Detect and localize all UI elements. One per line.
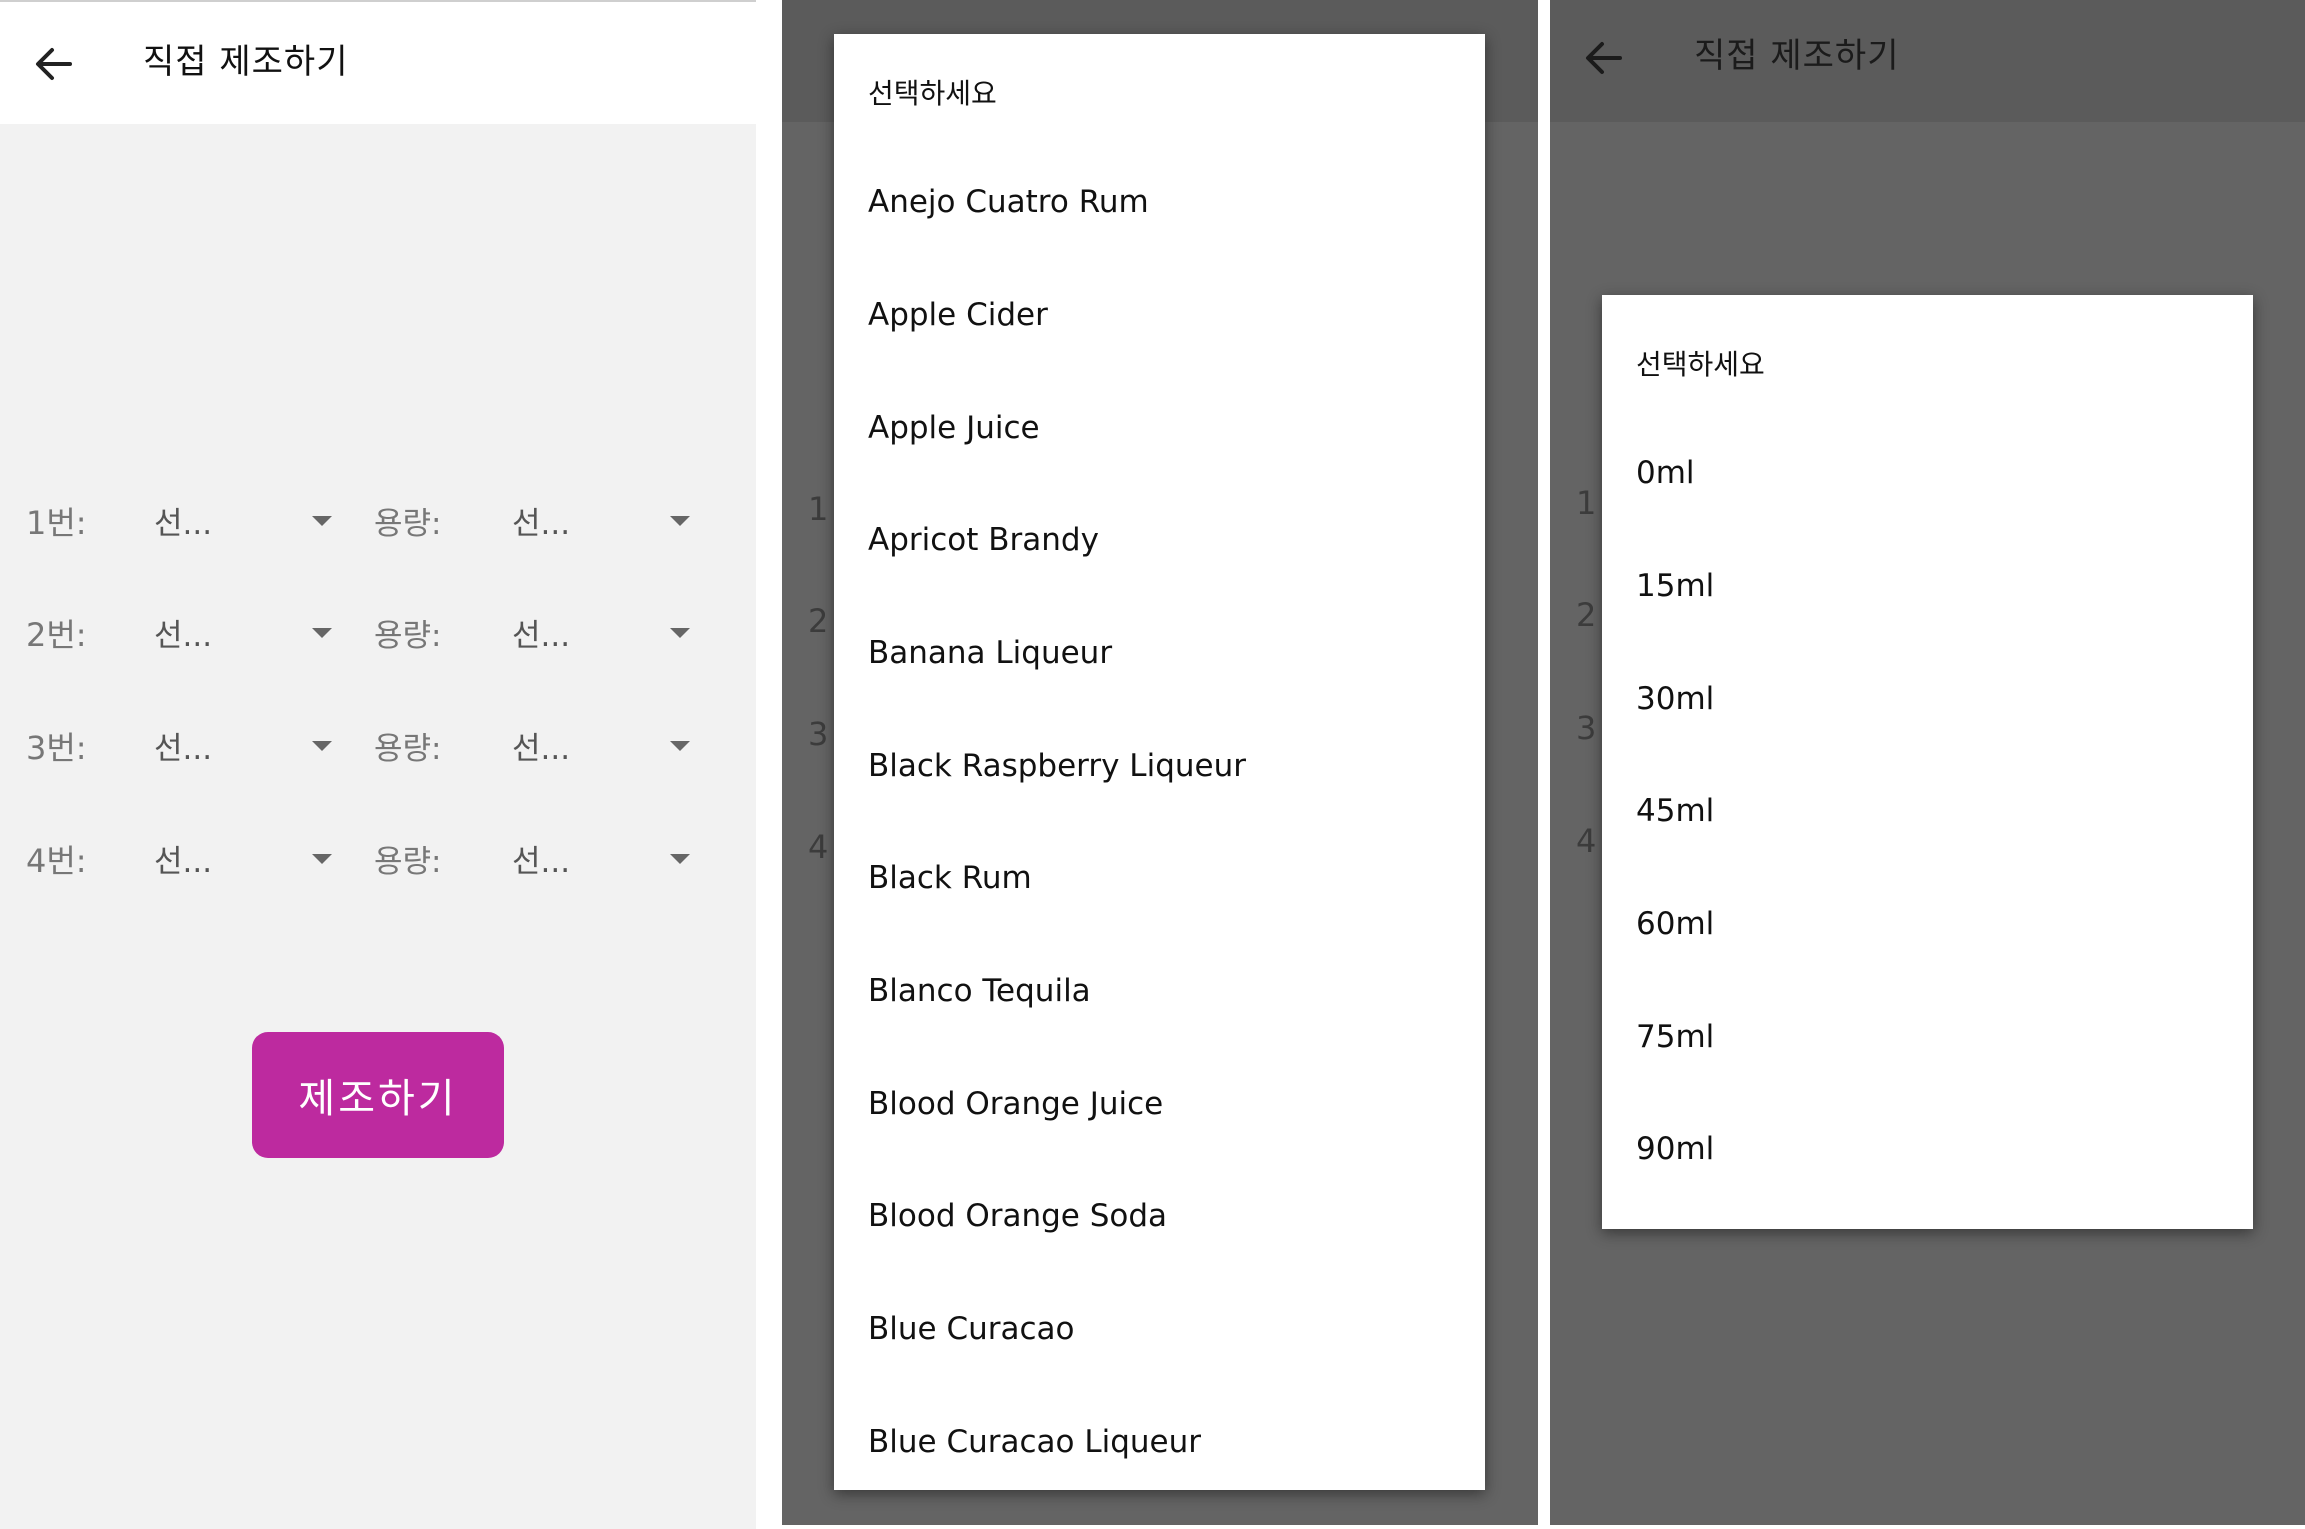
- volume-select[interactable]: 선...: [512, 723, 570, 768]
- row-label: 2번:: [26, 616, 87, 654]
- dropdown-option[interactable]: Blue Curacao Liqueur: [868, 1424, 1201, 1460]
- dropdown-option[interactable]: 0ml: [1636, 455, 1695, 491]
- dropdown-arrow-icon[interactable]: [670, 628, 690, 638]
- dropdown-option[interactable]: Blood Orange Soda: [868, 1198, 1167, 1234]
- make-button[interactable]: 제조하기: [252, 1032, 504, 1158]
- row-label-behind: 1: [1576, 484, 1597, 522]
- dropdown-option[interactable]: 90ml: [1636, 1131, 1714, 1167]
- dropdown-option[interactable]: 45ml: [1636, 793, 1714, 829]
- ingredient-dropdown-list: 선택하세요 Anejo Cuatro Rum Apple Cider Apple…: [834, 34, 1485, 1490]
- dropdown-option[interactable]: 60ml: [1636, 906, 1714, 942]
- volume-select[interactable]: 선...: [512, 836, 570, 881]
- dropdown-arrow-icon[interactable]: [670, 741, 690, 751]
- row-label-behind: 2: [808, 602, 829, 640]
- ingredient-select[interactable]: 선...: [154, 498, 212, 543]
- ingredient-row-1: 1번: 선... 용량: 선...: [0, 490, 756, 550]
- dropdown-arrow-icon[interactable]: [312, 741, 332, 751]
- dropdown-option[interactable]: 30ml: [1636, 681, 1714, 717]
- app-bar: 직접 제조하기: [0, 2, 756, 124]
- dropdown-arrow-icon[interactable]: [312, 628, 332, 638]
- dropdown-option[interactable]: Apple Cider: [868, 297, 1048, 333]
- page-title: 직접 제조하기: [143, 42, 349, 82]
- ingredient-row-4: 4번: 선... 용량: 선...: [0, 828, 756, 888]
- volume-dropdown-screen: 직접 제조하기 1 2 3 4 선택하세요 0ml 15ml 30ml 45ml…: [1550, 0, 2305, 1525]
- back-arrow-icon[interactable]: [1584, 38, 1624, 78]
- volume-select[interactable]: 선...: [512, 498, 570, 543]
- ingredient-row-3: 3번: 선... 용량: 선...: [0, 715, 756, 775]
- craft-screen: 직접 제조하기 1번: 선... 용량: 선... 2번: 선... 용량: 선…: [0, 0, 756, 1529]
- dropdown-option[interactable]: Apple Juice: [868, 410, 1040, 446]
- row-label: 1번:: [26, 504, 87, 542]
- dropdown-option-placeholder[interactable]: 선택하세요: [868, 72, 997, 112]
- row-label-behind: 4: [808, 828, 829, 866]
- page-title: 직접 제조하기: [1694, 36, 1900, 76]
- row-label-behind: 3: [1576, 709, 1597, 747]
- dropdown-option[interactable]: 75ml: [1636, 1019, 1714, 1055]
- dropdown-arrow-icon[interactable]: [312, 516, 332, 526]
- ingredient-select[interactable]: 선...: [154, 836, 212, 881]
- dropdown-option[interactable]: Blanco Tequila: [868, 973, 1091, 1009]
- volume-label: 용량:: [374, 506, 442, 542]
- ingredient-row-2: 2번: 선... 용량: 선...: [0, 602, 756, 662]
- dropdown-option[interactable]: Anejo Cuatro Rum: [868, 184, 1149, 220]
- volume-label: 용량:: [374, 844, 442, 880]
- dropdown-option[interactable]: Blood Orange Juice: [868, 1086, 1163, 1122]
- row-label-behind: 3: [808, 715, 829, 753]
- ingredient-select[interactable]: 선...: [154, 723, 212, 768]
- dropdown-option[interactable]: Black Raspberry Liqueur: [868, 748, 1246, 784]
- dropdown-arrow-icon[interactable]: [312, 854, 332, 864]
- dropdown-arrow-icon[interactable]: [670, 516, 690, 526]
- row-label: 3번:: [26, 729, 87, 767]
- dropdown-option[interactable]: 15ml: [1636, 568, 1714, 604]
- row-label-behind: 1: [808, 490, 829, 528]
- dropdown-option[interactable]: Black Rum: [868, 860, 1032, 896]
- row-label: 4번:: [26, 842, 87, 880]
- dropdown-option-placeholder[interactable]: 선택하세요: [1636, 343, 1765, 383]
- ingredient-select[interactable]: 선...: [154, 610, 212, 655]
- volume-label: 용량:: [374, 731, 442, 767]
- ingredient-dropdown-screen: 1 2 3 4 선택하세요 Anejo Cuatro Rum Apple Cid…: [782, 0, 1538, 1525]
- volume-dropdown-list: 선택하세요 0ml 15ml 30ml 45ml 60ml 75ml 90ml: [1602, 295, 2253, 1229]
- back-arrow-icon[interactable]: [34, 44, 74, 84]
- dropdown-option[interactable]: Blue Curacao: [868, 1311, 1075, 1347]
- dropdown-option[interactable]: Banana Liqueur: [868, 635, 1112, 671]
- volume-label: 용량:: [374, 618, 442, 654]
- volume-select[interactable]: 선...: [512, 610, 570, 655]
- dropdown-arrow-icon[interactable]: [670, 854, 690, 864]
- dropdown-option[interactable]: Apricot Brandy: [868, 522, 1099, 558]
- row-label-behind: 2: [1576, 596, 1597, 634]
- row-label-behind: 4: [1576, 822, 1597, 860]
- app-bar-dimmed: 직접 제조하기: [1550, 0, 2305, 122]
